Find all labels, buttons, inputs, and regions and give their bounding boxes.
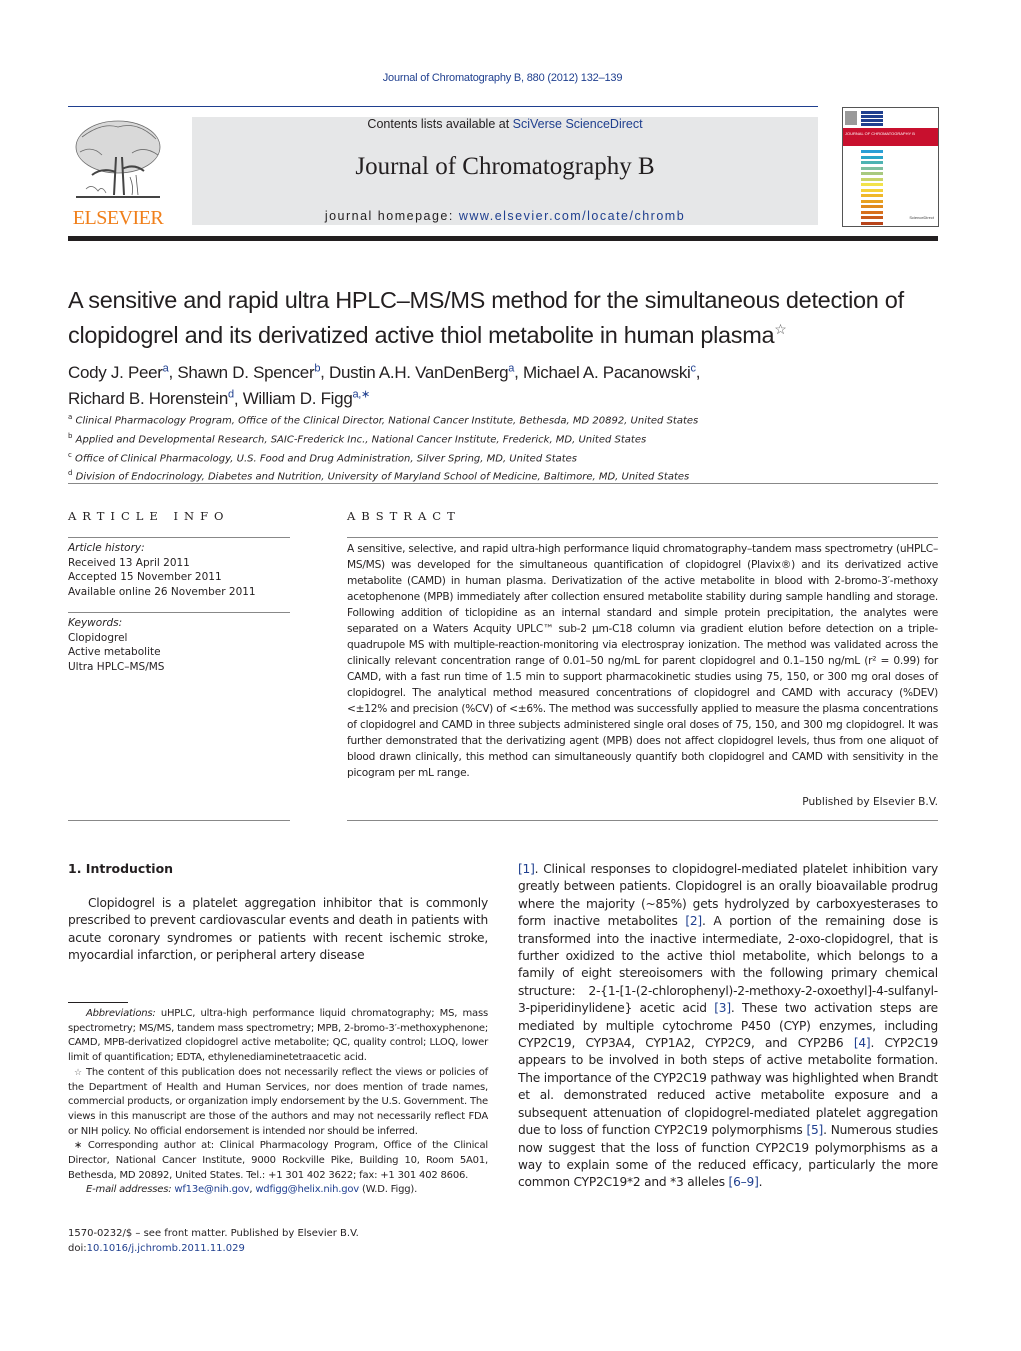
cover-stripe xyxy=(861,199,883,203)
citation-link[interactable]: [4] xyxy=(854,1036,871,1050)
citation-link[interactable]: [5] xyxy=(806,1123,823,1137)
abstract-heading: ABSTRACT xyxy=(347,509,461,523)
issn-line: 1570-0232/$ – see front matter. Publishe… xyxy=(68,1228,359,1239)
divider xyxy=(68,483,938,484)
email-link[interactable]: wf13e@nih.gov xyxy=(174,1184,249,1195)
footer-issn: 1570-0232/$ – see front matter. Publishe… xyxy=(68,1226,359,1256)
cover-stripe xyxy=(861,172,883,175)
cover-title: JOURNAL OF CHROMATOGRAPHY B xyxy=(845,131,915,136)
doi-link[interactable]: 10.1016/j.jchromb.2011.11.029 xyxy=(87,1243,245,1254)
email-link[interactable]: wdfigg@helix.nih.gov xyxy=(255,1184,359,1195)
keyword[interactable]: Clopidogrel xyxy=(68,631,290,646)
journal-banner: Contents lists available at SciVerse Sci… xyxy=(192,117,818,225)
elsevier-logo[interactable]: ELSEVIER xyxy=(68,117,168,229)
cover-stripe xyxy=(861,150,883,153)
contents-line: Contents lists available at SciVerse Sci… xyxy=(192,117,818,131)
cover-sciencedirect-badge: ScienceDirect xyxy=(909,215,934,220)
author[interactable]: Richard B. Horensteind xyxy=(68,389,234,409)
divider xyxy=(68,820,290,821)
sciencedirect-link[interactable]: SciVerse ScienceDirect xyxy=(513,117,643,131)
corresponding-author-footnote: ∗ Corresponding author at: Clinical Phar… xyxy=(68,1140,488,1181)
journal-cover-thumbnail[interactable]: JOURNAL OF CHROMATOGRAPHY B ScienceDirec… xyxy=(842,107,939,227)
divider xyxy=(68,612,290,613)
doi-line: doi:10.1016/j.jchromb.2011.11.029 xyxy=(68,1243,245,1254)
received-date: Received 13 April 2011 xyxy=(68,556,190,569)
article-history-label: Article history: xyxy=(68,542,145,554)
cover-stripe xyxy=(861,166,883,170)
elsevier-wordmark: ELSEVIER xyxy=(72,207,164,229)
cover-stripe xyxy=(861,161,883,164)
keyword[interactable]: Ultra HPLC–MS/MS xyxy=(68,660,290,675)
keywords: Keywords: Clopidogrel Active metabolite … xyxy=(68,616,290,674)
abstract-text: A sensitive, selective, and rapid ultra-… xyxy=(347,543,938,779)
citation-link[interactable]: [6–9] xyxy=(729,1175,759,1189)
asterisk-icon: ∗ xyxy=(74,1140,83,1152)
journal-title: Journal of Chromatography B xyxy=(355,153,655,180)
elsevier-tree-icon xyxy=(75,120,161,198)
citation-link[interactable]: [2] xyxy=(685,914,702,928)
article-title-text: A sensitive and rapid ultra HPLC–MS/MS m… xyxy=(68,287,904,348)
divider xyxy=(347,537,938,538)
citation-link[interactable]: [3] xyxy=(714,1001,731,1015)
cover-stripe xyxy=(861,111,883,114)
cover-stripe xyxy=(861,221,883,225)
cover-stripe xyxy=(861,115,883,118)
header-thick-rule xyxy=(68,236,938,241)
section-heading-introduction: 1. Introduction xyxy=(68,861,174,876)
divider xyxy=(68,537,290,538)
cover-stripe xyxy=(861,155,883,159)
contents-prefix: Contents lists available at xyxy=(367,117,513,131)
running-head: Journal of Chromatography B, 880 (2012) … xyxy=(382,72,623,84)
header-top-rule xyxy=(68,106,818,107)
cover-stripe xyxy=(861,177,883,181)
keywords-label: Keywords: xyxy=(68,617,123,629)
cover-stripe xyxy=(861,216,883,219)
body-text-run: . xyxy=(758,1175,763,1190)
divider xyxy=(347,820,938,821)
cover-stripe xyxy=(861,188,883,192)
body-text-run: . CYP2C19 appears to be involved in both… xyxy=(518,1036,939,1138)
title-footnote-star-icon[interactable]: ☆ xyxy=(774,321,787,337)
affiliation: a Clinical Pharmacology Program, Office … xyxy=(68,413,699,427)
intro-paragraph: Clopidogrel is a platelet aggregation in… xyxy=(68,896,488,963)
online-date: Available online 26 November 2011 xyxy=(68,585,256,598)
footnote-rule xyxy=(68,1002,128,1003)
cover-stripe xyxy=(861,205,883,208)
citation-link[interactable]: [1] xyxy=(518,862,535,876)
cover-stripe xyxy=(861,123,883,126)
cover-stripe xyxy=(861,194,883,197)
disclaimer-footnote: ☆ The content of this publication does n… xyxy=(68,1066,489,1137)
affiliation: b Applied and Developmental Research, SA… xyxy=(68,431,647,446)
author[interactable]: Shawn D. Spencerb xyxy=(177,362,320,382)
homepage-link[interactable]: www.elsevier.com/locate/chromb xyxy=(459,209,685,223)
accepted-date: Accepted 15 November 2011 xyxy=(68,571,222,583)
author[interactable]: Michael A. Pacanowskic xyxy=(523,362,696,382)
footnotes: Abbreviations: uHPLC, ultra-high perform… xyxy=(68,1007,488,1198)
journal-homepage: journal homepage: www.elsevier.com/locat… xyxy=(192,209,818,223)
article-title: A sensitive and rapid ultra HPLC–MS/MS m… xyxy=(68,286,948,350)
article-info-heading: ARTICLE INFO xyxy=(68,509,230,523)
email-footnote: E-mail addresses: wf13e@nih.gov, wdfigg@… xyxy=(86,1184,418,1196)
homepage-label: journal homepage: xyxy=(324,209,459,223)
author[interactable]: Cody J. Peera xyxy=(68,362,169,382)
intro-paragraph-continued: [1]. Clinical responses to clopidogrel-m… xyxy=(518,861,938,1192)
article-history: Article history: Received 13 April 2011 … xyxy=(68,541,290,599)
cover-stripe xyxy=(861,119,883,122)
cover-stripe xyxy=(861,183,883,186)
keyword[interactable]: Active metabolite xyxy=(68,645,290,660)
affiliations: a Clinical Pharmacology Program, Office … xyxy=(68,410,948,485)
author[interactable]: Dustin A.H. VanDenBerga xyxy=(329,362,514,382)
author-list: Cody J. Peera, Shawn D. Spencerb, Dustin… xyxy=(68,362,701,409)
abbreviations-footnote: Abbreviations: uHPLC, ultra-high perform… xyxy=(68,1008,488,1064)
cover-stripe xyxy=(861,210,883,214)
affiliation: c Office of Clinical Pharmacology, U.S. … xyxy=(68,450,578,464)
author[interactable]: William D. Figga,∗ xyxy=(243,389,371,409)
cover-elsevier-logo-icon xyxy=(845,111,857,125)
published-by: Published by Elsevier B.V. xyxy=(802,796,938,808)
